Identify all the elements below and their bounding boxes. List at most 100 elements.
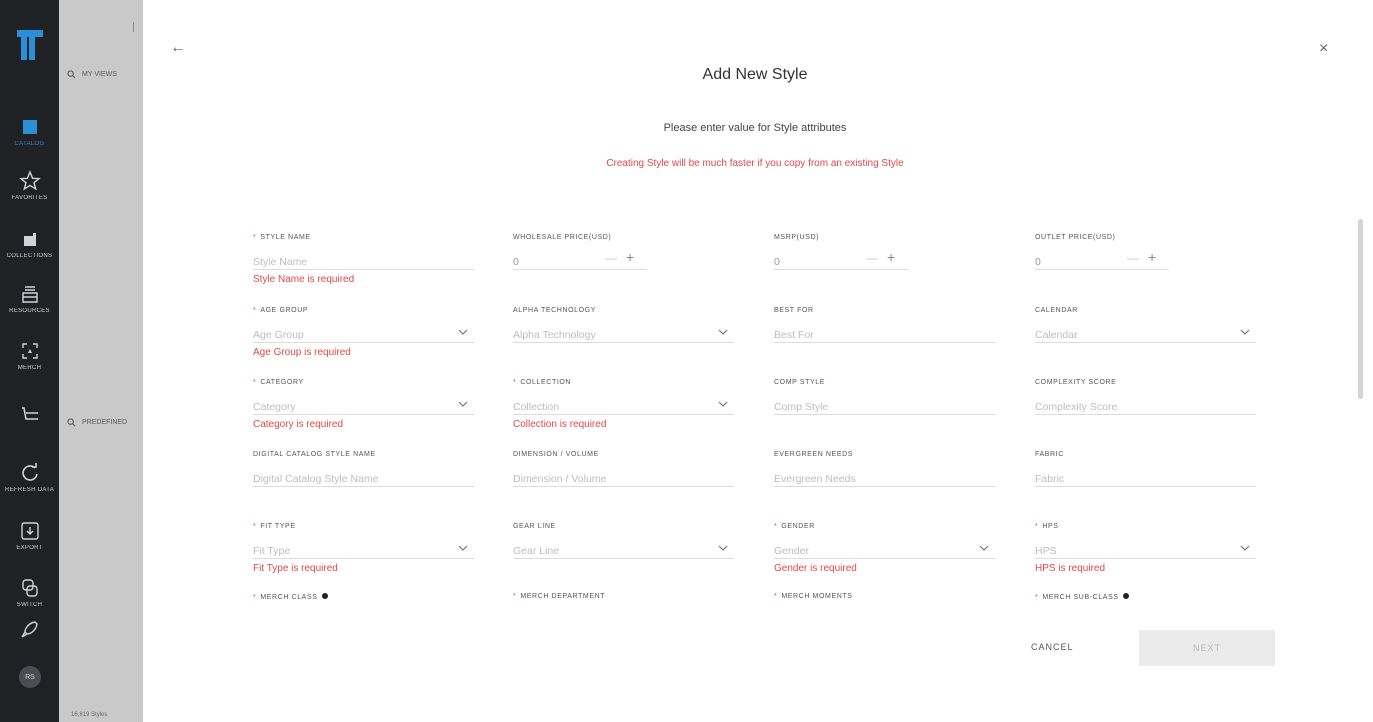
- fit-type-select[interactable]: [253, 541, 474, 559]
- fabric-label: FABRIC: [1035, 451, 1064, 458]
- gender-select[interactable]: [774, 541, 995, 559]
- rail-label: EXPORT: [16, 545, 43, 551]
- merch-sub-class-label: MERCH SUB-CLASS: [1042, 594, 1119, 601]
- calendar-field: CALENDAR: [1035, 307, 1256, 343]
- complexity-score-label: COMPLEXITY SCORE: [1035, 379, 1117, 386]
- collection-label: COLLECTION: [520, 379, 572, 386]
- calendar-label: CALENDAR: [1035, 307, 1078, 314]
- complexity-score-input[interactable]: [1035, 399, 1225, 415]
- rail-item-catalog[interactable]: CATALOG: [0, 116, 59, 147]
- chevron-down-icon: [718, 545, 728, 551]
- msrp-field: MSRP(USD) — +: [774, 234, 995, 270]
- gender-field: *GENDER Gender is required: [774, 523, 995, 574]
- evergreen-needs-label: EVERGREEN NEEDS: [774, 451, 854, 458]
- outlet-price-input[interactable]: [1035, 254, 1115, 270]
- rail-label: CATALOG: [14, 141, 45, 147]
- msrp-input[interactable]: [774, 254, 854, 270]
- modal-subtitle: Please enter value for Style attributes: [663, 122, 847, 134]
- fabric-input[interactable]: [1035, 471, 1225, 487]
- merch-department-label: MERCH DEPARTMENT: [520, 593, 606, 600]
- info-icon[interactable]: [1122, 593, 1129, 599]
- gear-line-select[interactable]: [513, 541, 734, 559]
- rail-item-switch[interactable]: SWITCH: [0, 577, 59, 608]
- styles-count: 16,819 Styles: [71, 712, 108, 718]
- comp-style-label: COMP STYLE: [774, 379, 825, 386]
- rail-item-export[interactable]: EXPORT: [0, 520, 59, 551]
- category-select[interactable]: [253, 397, 474, 415]
- decrement-button[interactable]: —: [605, 251, 617, 265]
- search-icon: [67, 418, 76, 427]
- chevron-down-icon: [718, 401, 728, 407]
- alpha-technology-input[interactable]: [513, 327, 703, 343]
- rail-item-favorites[interactable]: FAVORITES: [0, 170, 59, 201]
- best-for-input[interactable]: [774, 327, 964, 343]
- hps-label: HPS: [1042, 523, 1059, 530]
- category-field: *CATEGORY Category is required: [253, 379, 474, 430]
- category-input[interactable]: [253, 399, 443, 415]
- rail-item-rocket[interactable]: [0, 618, 59, 640]
- scrollbar[interactable]: [1358, 219, 1363, 399]
- collection-field: *COLLECTION Collection is required: [513, 379, 734, 430]
- alpha-technology-field: ALPHA TECHNOLOGY: [513, 307, 734, 343]
- collection-select[interactable]: [513, 397, 734, 415]
- background-views-panel: MY VIEWS PREDEFINED 16,819 Styles: [59, 0, 143, 722]
- calendar-input[interactable]: [1035, 327, 1225, 343]
- alpha-technology-label: ALPHA TECHNOLOGY: [513, 307, 596, 314]
- gender-error: Gender is required: [774, 563, 857, 574]
- fit-type-error: Fit Type is required: [253, 563, 338, 574]
- increment-button[interactable]: +: [887, 249, 895, 265]
- style-name-field: *STYLE NAME Style Name is required: [253, 234, 474, 285]
- category-error: Category is required: [253, 419, 344, 430]
- age-group-select[interactable]: [253, 325, 474, 343]
- rocket-icon: [20, 621, 38, 638]
- gender-input[interactable]: [774, 543, 964, 559]
- rail-item-tray[interactable]: [0, 402, 59, 424]
- next-button[interactable]: NEXT: [1139, 630, 1275, 666]
- digital-catalog-style-name-field: DIGITAL CATALOG STYLE NAME: [253, 451, 474, 487]
- hps-input[interactable]: [1035, 543, 1225, 559]
- decrement-button[interactable]: —: [866, 251, 878, 265]
- rail-label: REFRESH DATA: [4, 487, 55, 493]
- rail-item-merch[interactable]: MERCH: [0, 340, 59, 371]
- search-icon: [67, 70, 76, 79]
- calendar-select[interactable]: [1035, 325, 1256, 343]
- gear-line-input[interactable]: [513, 543, 703, 559]
- outlet-price-label: OUTLET PRICE(USD): [1035, 234, 1116, 241]
- comp-style-input[interactable]: [774, 399, 964, 415]
- wholesale-price-field: WHOLESALE PRICE(USD) — +: [513, 234, 734, 270]
- rail-item-resources[interactable]: RESOURCES: [0, 283, 59, 314]
- hps-field: *HPS HPS is required: [1035, 523, 1256, 574]
- style-name-input[interactable]: [253, 254, 443, 270]
- digital-catalog-style-name-input[interactable]: [253, 471, 443, 487]
- hps-select[interactable]: [1035, 541, 1256, 559]
- collection-error: Collection is required: [513, 419, 607, 430]
- app-logo-icon[interactable]: [15, 28, 45, 62]
- cancel-button[interactable]: CANCEL: [1031, 642, 1074, 652]
- rail-item-collections[interactable]: COLLECTIONS: [0, 228, 59, 259]
- predefined-label: PREDEFINED: [82, 419, 128, 426]
- merch-moments-field: * MERCH MOMENTS: [774, 593, 853, 600]
- fit-type-input[interactable]: [253, 543, 443, 559]
- chevron-down-icon: [1240, 545, 1250, 551]
- alpha-technology-select[interactable]: [513, 325, 734, 343]
- dimension-volume-input[interactable]: [513, 471, 703, 487]
- merch-class-label: MERCH CLASS: [260, 594, 318, 601]
- evergreen-needs-input[interactable]: [774, 471, 964, 487]
- merch-class-field: * MERCH CLASS: [253, 593, 474, 603]
- decrement-button[interactable]: —: [1127, 251, 1139, 265]
- rail-item-refresh-data[interactable]: REFRESH DATA: [0, 462, 59, 493]
- export-icon: [20, 522, 39, 540]
- collection-input[interactable]: [513, 399, 703, 415]
- increment-button[interactable]: +: [1148, 249, 1156, 265]
- increment-button[interactable]: +: [626, 249, 634, 265]
- close-button[interactable]: ×: [1319, 40, 1328, 58]
- rail-label: SWITCH: [16, 602, 43, 608]
- chevron-down-icon: [1240, 329, 1250, 335]
- copy-style-hint[interactable]: Creating Style will be much faster if yo…: [143, 158, 1367, 169]
- nav-rail: CATALOG FAVORITES COLLECTIONS RESOURCES …: [0, 0, 59, 722]
- avatar[interactable]: RS: [19, 666, 41, 688]
- back-button[interactable]: ←: [170, 39, 186, 57]
- age-group-input[interactable]: [253, 327, 443, 343]
- wholesale-price-input[interactable]: [513, 254, 593, 270]
- info-icon[interactable]: [321, 593, 328, 599]
